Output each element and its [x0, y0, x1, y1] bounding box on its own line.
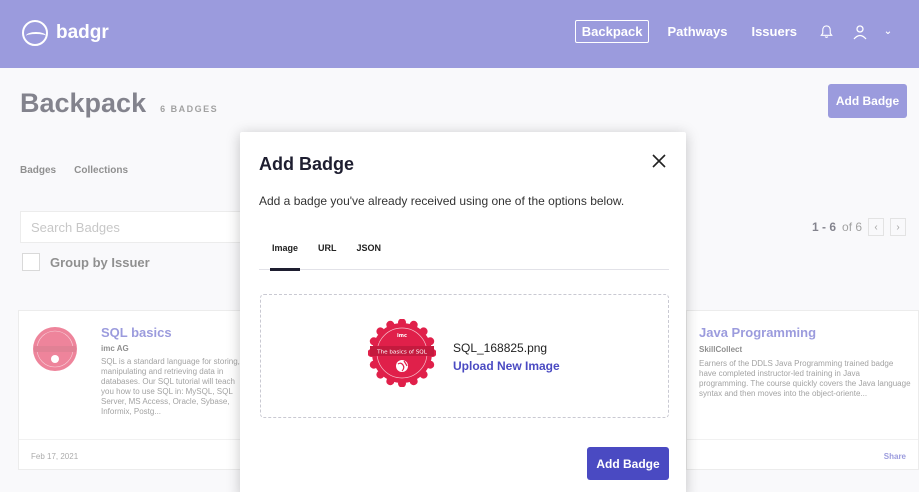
add-badge-button[interactable]: Add Badge — [587, 447, 669, 480]
add-method-tabs: Image URL JSON — [259, 240, 669, 271]
sql-badge-seal-icon: The basics of SQL imc — [368, 319, 436, 387]
upload-new-image-link[interactable]: Upload New Image — [453, 359, 560, 373]
add-badge-dialog: Add Badge Add a badge you've already rec… — [240, 132, 686, 492]
tab-image[interactable]: Image — [269, 240, 301, 271]
seal-brand: imc — [397, 333, 407, 339]
uploaded-filename: SQL_168825.png — [453, 341, 548, 355]
dialog-title: Add Badge — [259, 154, 355, 174]
seal-label: The basics of SQL — [376, 350, 428, 356]
image-dropzone[interactable]: The basics of SQL imc SQL_168825.png Upl… — [260, 294, 669, 418]
tab-url[interactable]: URL — [318, 240, 337, 270]
tab-json[interactable]: JSON — [357, 240, 382, 270]
dialog-description: Add a badge you've already received usin… — [259, 194, 625, 208]
close-icon[interactable] — [648, 150, 670, 172]
